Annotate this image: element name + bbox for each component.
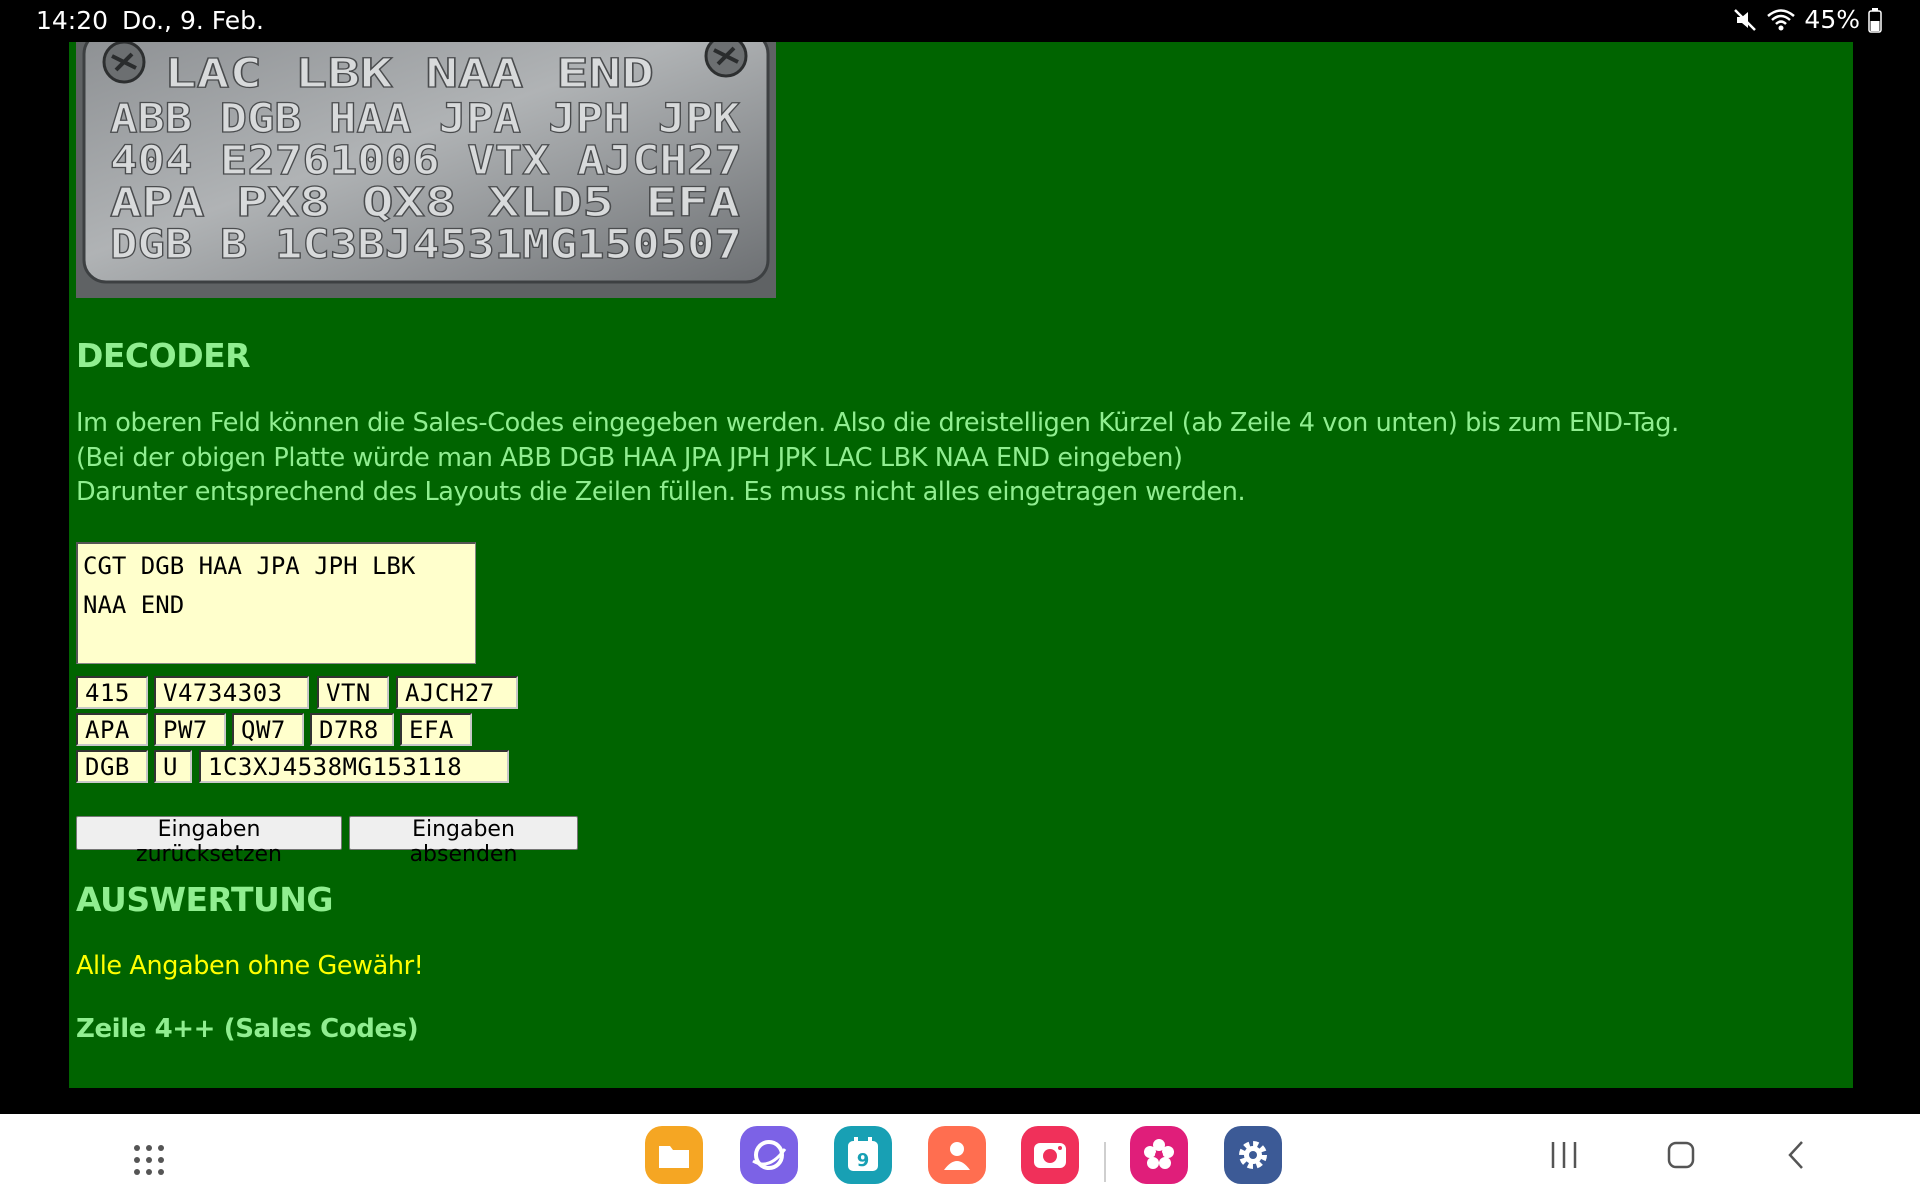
camera-icon[interactable]: [1021, 1126, 1079, 1184]
taskbar-divider: [1104, 1142, 1106, 1182]
field-row3-order[interactable]: [396, 676, 518, 709]
field-row4-d[interactable]: [310, 713, 394, 746]
wifi-icon: [1767, 8, 1796, 30]
mute-icon: [1734, 8, 1757, 31]
decoder-heading: DECODER: [76, 336, 251, 375]
status-icons: 45%: [1732, 5, 1882, 34]
instruction-line: Im oberen Feld können die Sales-Codes ei…: [76, 408, 1679, 438]
reset-button[interactable]: Eingaben zurücksetzen: [76, 816, 342, 867]
results-heading: AUSWERTUNG: [76, 880, 333, 919]
status-date: Do., 9. Feb.: [122, 6, 264, 35]
calendar-icon[interactable]: 9: [834, 1126, 892, 1184]
plate-line-2: ABB DGB HAA JPA JPH JPK: [110, 96, 740, 142]
status-bar: 14:20 Do., 9. Feb. 45%: [0, 0, 1920, 42]
field-row4-e[interactable]: [400, 713, 472, 746]
taskbar: 9: [0, 1114, 1920, 1200]
battery-percent: 45%: [1804, 5, 1860, 34]
sales-codes-subheading: Zeile 4++ (Sales Codes): [76, 1014, 419, 1044]
status-time: 14:20: [36, 6, 109, 35]
decoder-instructions: Im oberen Feld können die Sales-Codes ei…: [76, 406, 1836, 510]
plate-line-4: APA PX8 QX8 XLD5 EFA: [110, 180, 740, 226]
instruction-line: (Bei der obigen Platte würde man ABB DGB…: [76, 442, 1183, 473]
plate-line-5: DGB B 1C3BJ4531MG150507: [110, 222, 742, 268]
calendar-day: 9: [857, 1150, 870, 1171]
back-icon[interactable]: [1782, 1138, 1812, 1172]
plate-line-3: 404 E2761006 VTX AJCH27: [110, 138, 742, 184]
field-row5-letter[interactable]: [154, 750, 192, 783]
field-row3-paint[interactable]: [317, 676, 389, 709]
field-row4-c[interactable]: [232, 713, 304, 746]
field-row3-number[interactable]: [154, 676, 309, 709]
submit-button[interactable]: Eingaben absenden: [349, 816, 578, 867]
contacts-icon[interactable]: [928, 1126, 986, 1184]
apps-grid-icon[interactable]: [133, 1144, 165, 1176]
instruction-line: Darunter entsprechend des Layouts die Ze…: [76, 477, 1246, 507]
recent-apps-icon[interactable]: [1548, 1138, 1580, 1172]
sales-codes-textarea[interactable]: CGT DGB HAA JPA JPH LBK NAA END: [76, 542, 476, 664]
settings-icon[interactable]: [1224, 1126, 1282, 1184]
web-page: LAC LBK NAA END ABB DGB HAA JPA JPH JPK …: [69, 42, 1853, 1088]
fender-tag-image: LAC LBK NAA END ABB DGB HAA JPA JPH JPK …: [76, 42, 776, 298]
field-row4-a[interactable]: [76, 713, 148, 746]
my-files-icon[interactable]: [645, 1126, 703, 1184]
battery-icon: [1868, 7, 1882, 33]
home-icon[interactable]: [1664, 1138, 1698, 1172]
plate-line-1: LAC LBK NAA END: [164, 51, 654, 97]
field-row5-vin[interactable]: [199, 750, 509, 783]
field-row5-code[interactable]: [76, 750, 148, 783]
disclaimer-text: Alle Angaben ohne Gewähr!: [76, 951, 424, 981]
gallery-icon[interactable]: [1130, 1126, 1188, 1184]
field-row4-b[interactable]: [154, 713, 226, 746]
samsung-internet-icon[interactable]: [740, 1126, 798, 1184]
field-row3-code[interactable]: [76, 676, 148, 709]
